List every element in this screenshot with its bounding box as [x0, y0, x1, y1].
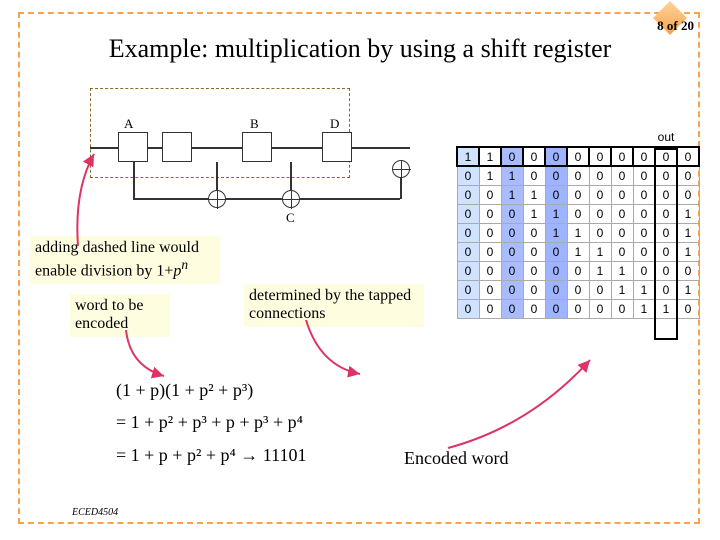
shift-register-table: out 110000000000110000000000110000000000…	[456, 128, 700, 319]
course-code: ECED4504	[72, 507, 118, 518]
shift-register-diagram: A B D C	[90, 88, 420, 218]
table-row: 11000000000	[457, 147, 699, 166]
xor-gate-c	[282, 190, 300, 208]
xor-gate-1	[208, 190, 226, 208]
table-header-out: out	[655, 128, 677, 147]
xor-gate-out	[392, 160, 410, 178]
label-b: B	[250, 116, 259, 132]
equation-line-3: = 1 + p + p² + p⁴ → 11101	[116, 439, 306, 471]
register-d	[322, 132, 352, 162]
table-row: 00001100001	[457, 223, 699, 242]
table-row: 00000110001	[457, 242, 699, 261]
callout-tapped: determined by the tapped connections	[244, 284, 424, 327]
callout-dashed-division: adding dashed line wouldenable division …	[30, 236, 220, 284]
register-a	[118, 132, 148, 162]
page-counter: 8 of 20	[657, 18, 694, 34]
register-b	[242, 132, 272, 162]
register-after-a	[162, 132, 192, 162]
slide-title: Example: multiplication by using a shift…	[0, 34, 720, 64]
equation-block: (1 + p)(1 + p² + p³) = 1 + p² + p³ + p +…	[116, 374, 306, 471]
table-row: 00000001101	[457, 280, 699, 299]
callout-encoded-word: Encoded word	[404, 448, 508, 469]
table-row: 00000000110	[457, 299, 699, 318]
table-row: 00011000001	[457, 204, 699, 223]
table-row: 01100000000	[457, 166, 699, 185]
equation-line-1: (1 + p)(1 + p² + p³)	[116, 374, 306, 406]
label-a: A	[124, 116, 133, 132]
equation-line-2: = 1 + p² + p³ + p + p³ + p⁴	[116, 406, 306, 438]
table-row: 00110000000	[457, 185, 699, 204]
callout-word-to-encode: word to be encoded	[70, 294, 170, 337]
table-row: 00000011000	[457, 261, 699, 280]
label-d: D	[330, 116, 339, 132]
label-c: C	[286, 210, 295, 226]
